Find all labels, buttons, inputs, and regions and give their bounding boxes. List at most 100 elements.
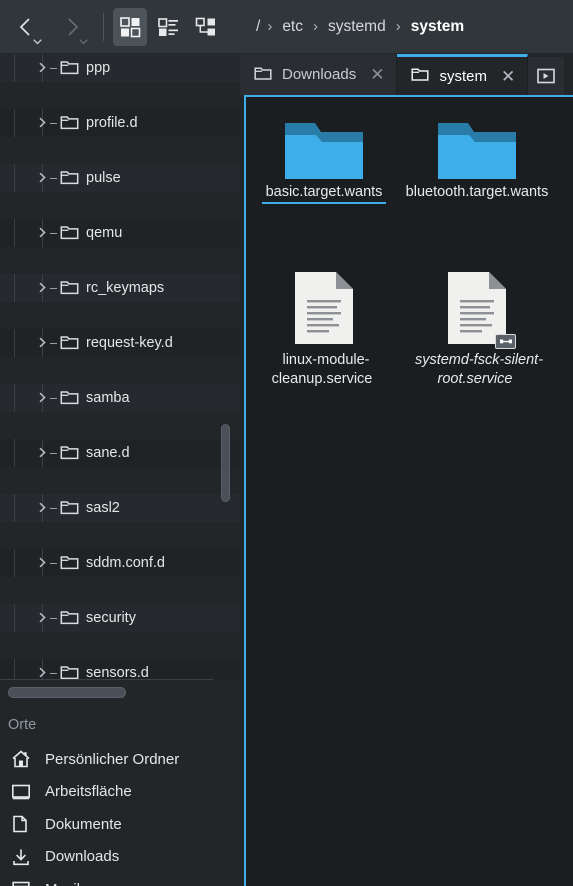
breadcrumb-item-system[interactable]: system — [404, 16, 471, 38]
forward-button — [52, 7, 92, 47]
tree-item-request-key-d[interactable]: request-key.d — [0, 329, 240, 357]
breadcrumb-item-root[interactable]: / — [249, 16, 264, 38]
breadcrumb-item-etc[interactable]: etc — [275, 16, 310, 38]
tree-item-content[interactable]: request-key.d — [60, 334, 173, 351]
file-item-label[interactable]: linux-module-cleanup.service — [272, 352, 377, 387]
file-item-icon — [248, 269, 400, 351]
file-item[interactable]: basic.target.wants — [248, 101, 400, 204]
view-mode-icons-button[interactable] — [113, 7, 147, 46]
tree-vertical-scrollbar[interactable] — [219, 54, 232, 680]
folder-icon — [60, 114, 79, 131]
tree-item-security[interactable]: security — [0, 604, 240, 632]
tree-item-content[interactable]: sensors.d — [60, 664, 149, 680]
tree-vertical-scrollbar-thumb[interactable] — [221, 424, 230, 502]
file-view[interactable]: basic.target.wants bluetooth.target.wants… — [244, 95, 573, 886]
tree-item-sasl2[interactable]: sasl2 — [0, 494, 240, 522]
folder-icon — [60, 609, 79, 626]
tab-close-icon[interactable]: ✕ — [501, 68, 515, 85]
tree-expander-icon[interactable] — [36, 226, 50, 240]
file-icon-wrapper — [293, 270, 355, 351]
toolbar-divider — [103, 12, 104, 41]
file-manager-window: / › etc › systemd › system ppp profile.d p… — [0, 0, 573, 886]
tree-item-ppp[interactable]: ppp — [0, 54, 240, 82]
tree-item-rc-keymaps[interactable]: rc_keymaps — [0, 274, 240, 302]
tree-horizontal-scrollbar[interactable] — [0, 680, 233, 706]
tree-expander-icon[interactable] — [36, 336, 50, 350]
folder-icon — [60, 224, 79, 241]
tree-expander-icon[interactable] — [36, 116, 50, 130]
tree-item-sensors-d[interactable]: sensors.d — [0, 659, 240, 680]
place-item-desktop[interactable]: Arbeitsfläche — [0, 776, 240, 809]
tree-item-content[interactable]: qemu — [60, 224, 122, 241]
tree-expander-icon[interactable] — [36, 391, 50, 405]
tree-item-content[interactable]: security — [60, 609, 136, 626]
tree-expander-icon[interactable] — [36, 281, 50, 295]
detail-view-icon — [195, 17, 215, 35]
tree-item-label: sasl2 — [86, 499, 120, 516]
tree-horizontal-scrollbar-thumb[interactable] — [8, 687, 126, 698]
tab-downloads[interactable]: Downloads ✕ — [240, 54, 398, 95]
tree-expander-icon[interactable] — [36, 171, 50, 185]
place-item-label: Musik — [45, 881, 84, 886]
main-toolbar: / › etc › systemd › system — [0, 0, 573, 54]
back-button[interactable] — [6, 7, 46, 47]
tree-branch-line — [50, 287, 57, 289]
place-item-music[interactable]: Musik — [0, 873, 240, 886]
music-icon — [10, 879, 31, 886]
file-item[interactable]: systemd-fsck-silent-root.service — [401, 269, 553, 388]
view-mode-details-button[interactable] — [189, 8, 223, 46]
tree-item-sane-d[interactable]: sane.d — [0, 439, 240, 467]
tab-label: system — [439, 67, 487, 85]
tree-branch-line — [50, 67, 57, 69]
tree-expander-icon[interactable] — [36, 556, 50, 570]
file-item[interactable]: linux-module-cleanup.service — [248, 269, 400, 388]
breadcrumb-item-systemd[interactable]: systemd — [321, 16, 393, 38]
compact-view-icon — [158, 17, 178, 36]
tree-branch-line — [50, 562, 57, 564]
file-item-icon — [248, 101, 400, 183]
folder-tree[interactable]: ppp profile.d pulse qemu rc_keymaps request-k… — [0, 54, 240, 680]
folder-icon — [60, 59, 79, 76]
file-item[interactable]: bluetooth.target.wants — [401, 101, 553, 202]
tree-item-content[interactable]: rc_keymaps — [60, 279, 164, 296]
tree-item-content[interactable]: sasl2 — [60, 499, 120, 516]
back-dropdown-chevron-icon[interactable] — [33, 38, 42, 45]
file-icon — [295, 272, 353, 344]
icon-grid: basic.target.wants bluetooth.target.wants… — [246, 97, 573, 387]
tree-item-content[interactable]: sane.d — [60, 444, 130, 461]
tree-item-content[interactable]: pulse — [60, 169, 121, 186]
breadcrumb: / › etc › systemd › system — [249, 16, 471, 38]
file-item-label[interactable]: basic.target.wants — [261, 184, 387, 204]
tree-item-label: request-key.d — [86, 334, 173, 351]
home-icon — [10, 749, 31, 770]
tree-item-content[interactable]: ppp — [60, 59, 110, 76]
tree-item-samba[interactable]: samba — [0, 384, 240, 412]
tree-item-pulse[interactable]: pulse — [0, 164, 240, 192]
tree-expander-icon[interactable] — [36, 61, 50, 75]
tree-item-content[interactable]: samba — [60, 389, 130, 406]
file-item-label[interactable]: systemd-fsck-silent-root.service — [411, 352, 543, 387]
tree-item-content[interactable]: sddm.conf.d — [60, 554, 165, 571]
tree-item-label: sddm.conf.d — [86, 554, 165, 571]
tree-item-label: sensors.d — [86, 664, 149, 681]
tree-item-profile-d[interactable]: profile.d — [0, 109, 240, 137]
place-item-home[interactable]: Persönlicher Ordner — [0, 743, 240, 776]
file-item-label[interactable]: bluetooth.target.wants — [402, 184, 553, 200]
place-item-documents[interactable]: Dokumente — [0, 808, 240, 841]
tree-item-qemu[interactable]: qemu — [0, 219, 240, 247]
place-item-downloads[interactable]: Downloads — [0, 841, 240, 874]
tree-expander-icon[interactable] — [36, 666, 50, 680]
forward-dropdown-chevron-icon — [79, 38, 88, 45]
tree-expander-icon[interactable] — [36, 501, 50, 515]
tab-system[interactable]: system ✕ — [397, 54, 529, 95]
tab-scroll-right-button[interactable] — [528, 57, 565, 95]
tree-branch-line — [50, 122, 57, 124]
tab-close-icon[interactable]: ✕ — [370, 66, 384, 83]
tree-expander-icon[interactable] — [36, 446, 50, 460]
folder-icon — [60, 389, 79, 406]
view-mode-compact-button[interactable] — [151, 8, 185, 46]
tree-item-content[interactable]: profile.d — [60, 114, 138, 131]
file-item[interactable]: g — [554, 101, 573, 202]
tree-expander-icon[interactable] — [36, 611, 50, 625]
tree-item-sddm-conf-d[interactable]: sddm.conf.d — [0, 549, 240, 577]
